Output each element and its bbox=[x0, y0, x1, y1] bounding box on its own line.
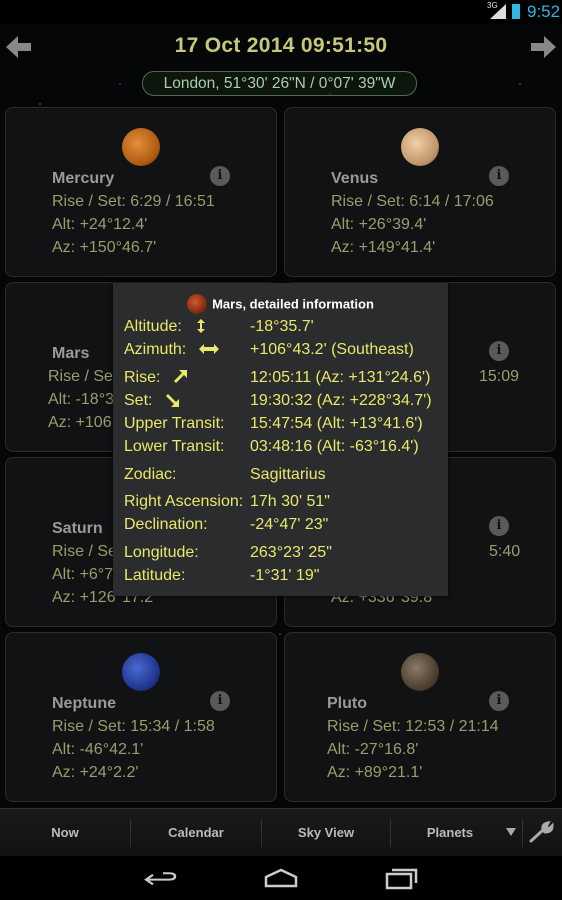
azimuth: Az: +149°41.4' bbox=[331, 239, 436, 256]
detail-row-zodiac: Zodiac: Sagittarius bbox=[124, 466, 326, 483]
detail-row-right-ascension: Right Ascension: 17h 30' 51" bbox=[124, 493, 330, 510]
popup-title: Mars, detailed information bbox=[113, 294, 448, 314]
detail-row-latitude: Latitude: -1°31' 19" bbox=[124, 567, 320, 584]
planet-card-venus[interactable]: Venus i Rise / Set: 6:14 / 17:06 Alt: +2… bbox=[284, 107, 556, 277]
info-icon[interactable]: i bbox=[489, 166, 509, 186]
detail-row-upper-transit: Upper Transit: 15:47:54 (Alt: +13°41.6') bbox=[124, 415, 423, 432]
altitude: Alt: +6°7 bbox=[52, 566, 114, 583]
bottom-tab-bar: Now Calendar Sky View Planets bbox=[0, 808, 562, 857]
settings-wrench-icon[interactable] bbox=[528, 821, 554, 845]
clock: 9:52 bbox=[527, 2, 561, 21]
mercury-icon bbox=[122, 128, 160, 166]
back-icon[interactable] bbox=[143, 866, 179, 890]
planet-name: Venus bbox=[331, 170, 379, 187]
rise-arrow-icon bbox=[173, 370, 187, 383]
azimuth: Az: +150°46.7' bbox=[52, 239, 157, 256]
rise-set: Rise / Set: 15:34 / 1:58 bbox=[52, 718, 215, 735]
planet-name: Pluto bbox=[327, 695, 367, 712]
info-icon[interactable]: i bbox=[489, 341, 509, 361]
azimuth: Az: +24°2.2' bbox=[52, 764, 139, 781]
neptune-icon bbox=[122, 653, 160, 691]
info-icon[interactable]: i bbox=[210, 166, 230, 186]
rise-set: Rise / Se bbox=[52, 543, 117, 560]
set-time: 5:40 bbox=[489, 543, 521, 560]
signal-icon bbox=[490, 4, 506, 19]
rise-set: Rise / Set: 6:14 / 17:06 bbox=[331, 193, 494, 210]
tab-now[interactable]: Now bbox=[0, 809, 130, 857]
altitude: Alt: +24°12.4' bbox=[52, 216, 148, 233]
current-datetime[interactable]: 17 Oct 2014 09:51:50 bbox=[0, 34, 562, 58]
set-arrow-icon bbox=[165, 394, 179, 407]
mars-detail-popup[interactable]: Mars, detailed information Altitude: -18… bbox=[113, 283, 448, 596]
tab-divider bbox=[522, 819, 523, 847]
rise-set: Rise / Set: 6:29 / 16:51 bbox=[52, 193, 215, 210]
detail-row-rise: Rise: 12:05:11 (Az: +131°24.6') bbox=[124, 369, 431, 386]
status-bar: 3G 9:52 bbox=[0, 0, 562, 24]
set-time: 15:09 bbox=[479, 368, 520, 385]
planet-name: Saturn bbox=[52, 520, 103, 537]
location-label[interactable]: London, 51°30' 26"N / 0°07' 39"W bbox=[142, 71, 417, 96]
tab-planets[interactable]: Planets bbox=[391, 809, 509, 857]
planet-card-neptune[interactable]: Neptune i Rise / Set: 15:34 / 1:58 Alt: … bbox=[5, 632, 277, 802]
pluto-icon bbox=[401, 653, 439, 691]
info-icon[interactable]: i bbox=[489, 516, 509, 536]
detail-row-azimuth: Azimuth: +106°43.2' (Southeast) bbox=[124, 341, 414, 358]
system-navigation-bar bbox=[0, 856, 562, 900]
detail-row-longitude: Longitude: 263°23' 25" bbox=[124, 544, 332, 561]
altitude: Alt: -18°3 bbox=[48, 391, 114, 408]
battery-icon bbox=[512, 4, 520, 19]
mars-icon bbox=[187, 294, 208, 314]
left-right-arrow-icon bbox=[198, 344, 219, 354]
info-icon[interactable]: i bbox=[489, 691, 509, 711]
tab-calendar[interactable]: Calendar bbox=[131, 809, 261, 857]
venus-icon bbox=[401, 128, 439, 166]
rise-set: Rise / Set: 12:53 / 21:14 bbox=[327, 718, 499, 735]
altitude: Alt: -27°16.8' bbox=[327, 741, 419, 758]
home-icon[interactable] bbox=[263, 866, 299, 890]
detail-row-set: Set: 19:30:32 (Az: +228°34.7') bbox=[124, 392, 432, 409]
recent-apps-icon[interactable] bbox=[383, 866, 419, 890]
planet-name: Mars bbox=[52, 345, 90, 362]
detail-row-altitude: Altitude: -18°35.7' bbox=[124, 318, 314, 335]
azimuth: Az: +106 bbox=[48, 414, 112, 431]
up-down-arrow-icon bbox=[197, 319, 206, 333]
azimuth: Az: +89°21.1' bbox=[327, 764, 423, 781]
planet-card-pluto[interactable]: Pluto i Rise / Set: 12:53 / 21:14 Alt: -… bbox=[284, 632, 556, 802]
next-time-button[interactable] bbox=[528, 32, 558, 62]
altitude: Alt: -46°42.1' bbox=[52, 741, 144, 758]
header: 17 Oct 2014 09:51:50 bbox=[0, 24, 562, 70]
tab-sky-view[interactable]: Sky View bbox=[262, 809, 390, 857]
planet-name: Mercury bbox=[52, 170, 115, 187]
planet-name: Neptune bbox=[52, 695, 116, 712]
rise-set: Rise / Se bbox=[48, 368, 113, 385]
planet-card-mercury[interactable]: Mercury i Rise / Set: 6:29 / 16:51 Alt: … bbox=[5, 107, 277, 277]
info-icon[interactable]: i bbox=[210, 691, 230, 711]
detail-row-declination: Declination: -24°47' 23" bbox=[124, 516, 329, 533]
altitude: Alt: +26°39.4' bbox=[331, 216, 427, 233]
dropdown-arrow-icon[interactable] bbox=[506, 828, 516, 836]
detail-row-lower-transit: Lower Transit: 03:48:16 (Alt: -63°16.4') bbox=[124, 438, 419, 455]
